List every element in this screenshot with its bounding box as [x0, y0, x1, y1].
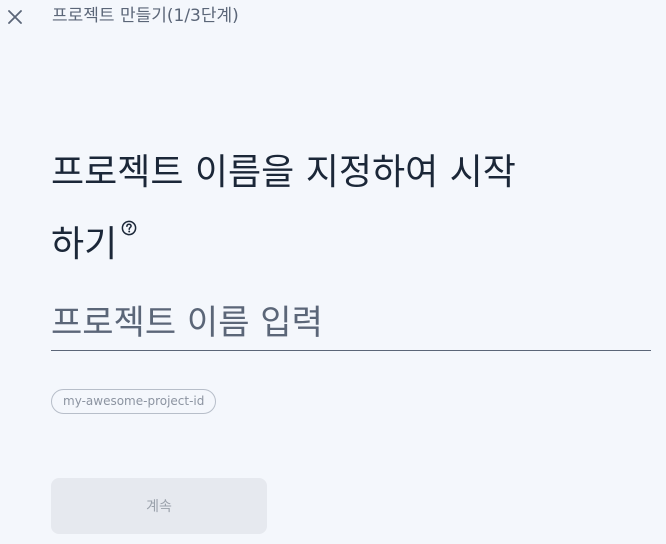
close-button[interactable] — [5, 7, 25, 27]
continue-button[interactable]: 계속 — [51, 478, 267, 534]
help-icon[interactable] — [121, 199, 137, 236]
step-title: 프로젝트 만들기(1/3단계) — [52, 6, 239, 26]
close-icon — [8, 10, 22, 24]
project-name-input[interactable] — [51, 296, 651, 351]
project-id-chip[interactable]: my-awesome-project-id — [51, 389, 217, 414]
top-bar: 프로젝트 만들기(1/3단계) — [0, 0, 666, 32]
page-heading: 프로젝트 이름을 지정하여 시작하기 — [51, 147, 531, 271]
help-circle-icon — [121, 220, 137, 236]
